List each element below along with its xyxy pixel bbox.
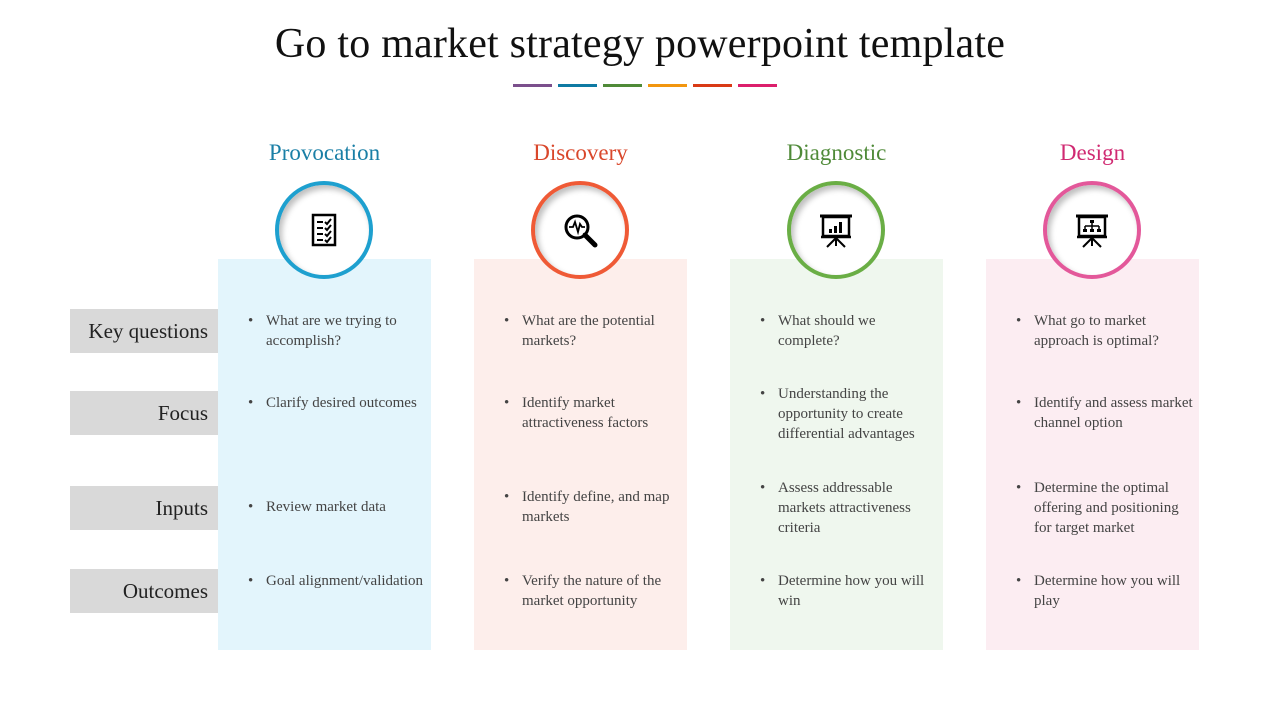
bullet-item: Identify define, and map markets (504, 487, 684, 527)
bullet-item: Determine how you will play (1016, 571, 1196, 611)
presentation-hierarchy-icon (1076, 214, 1108, 248)
bullet-item: Assess addressable markets attractivenes… (760, 478, 940, 538)
title-underline (513, 84, 777, 88)
column-heading-diagnostic: Diagnostic (786, 140, 887, 165)
row-label-outcomes: Outcomes (70, 569, 218, 613)
bullet-item: What should we complete? (760, 311, 940, 351)
checklist-icon (311, 213, 337, 247)
magnifier-pulse-icon (564, 214, 598, 248)
bullet-item: Review market data (248, 497, 428, 517)
underline-segment (693, 84, 732, 87)
icon-circle-provocation (275, 181, 373, 279)
bullet-item: Goal alignment/validation (248, 571, 428, 591)
bullet-item: Determine how you will win (760, 571, 940, 611)
bullet-item: Clarify desired outcomes (248, 393, 428, 413)
row-label-focus: Focus (70, 391, 218, 435)
bullet-item: Determine the optimal offering and posit… (1016, 478, 1192, 538)
bullet-item: Verify the nature of the market opportun… (504, 571, 684, 611)
bullet-item: Identify and assess market channel optio… (1016, 393, 1196, 433)
bullet-item: What are we trying to accomplish? (248, 311, 428, 351)
bullet-item: Understanding the opportunity to create … (760, 384, 936, 444)
column-heading-provocation: Provocation (268, 140, 381, 165)
row-label-key-questions: Key questions (70, 309, 218, 353)
column-heading-discovery: Discovery (533, 140, 628, 165)
column-heading-design: Design (1059, 140, 1126, 165)
bullet-item: What go to market approach is optimal? (1016, 311, 1196, 351)
bullet-item: Identify market attractiveness factors (504, 393, 684, 433)
underline-segment (648, 84, 687, 87)
bullet-item: What are the potential markets? (504, 311, 684, 351)
icon-circle-diagnostic (787, 181, 885, 279)
row-label-inputs: Inputs (70, 486, 218, 530)
icon-circle-design (1043, 181, 1141, 279)
icon-circle-discovery (531, 181, 629, 279)
underline-segment (738, 84, 777, 87)
presentation-chart-icon (820, 214, 852, 248)
slide-title: Go to market strategy powerpoint templat… (274, 21, 1006, 67)
underline-segment (558, 84, 597, 87)
underline-segment (603, 84, 642, 87)
underline-segment (513, 84, 552, 87)
